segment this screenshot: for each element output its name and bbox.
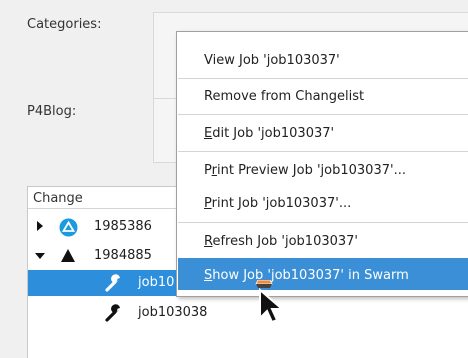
menu-separator <box>178 151 468 152</box>
categories-label: Categories: <box>27 17 102 32</box>
tree-row-label: 1984885 <box>94 248 152 263</box>
menu-edit-job[interactable]: Edit Job 'job103037' <box>178 116 468 148</box>
wrench-icon <box>105 274 120 292</box>
menu-separator <box>178 114 468 115</box>
menu-print-job[interactable]: Print Job 'job103037'... <box>178 186 468 218</box>
tree-row-job103038[interactable]: job103038 <box>28 300 468 326</box>
menu-view-job[interactable]: View Job 'job103037' <box>178 43 468 75</box>
tree-row-label: 1985386 <box>94 219 152 234</box>
p4blog-label: P4Blog: <box>27 104 77 119</box>
collapse-arrow-icon[interactable] <box>35 253 45 259</box>
menu-refresh-job[interactable]: Refresh Job 'job103037' <box>178 224 468 256</box>
job-context-menu: View Job 'job103037' Remove from Changel… <box>176 31 468 297</box>
menu-print-preview-job[interactable]: Print Preview Job 'job103037'... <box>178 153 468 185</box>
pending-changelist-icon <box>59 218 78 237</box>
submitted-changelist-icon <box>61 249 75 262</box>
menu-show-job-in-swarm[interactable]: Show Job 'job103037' in Swarm <box>178 258 468 290</box>
expand-arrow-icon[interactable] <box>37 221 43 231</box>
tree-row-label: job103038 <box>138 305 208 320</box>
tree-row-label: job10 <box>138 275 175 290</box>
menu-remove-from-changelist[interactable]: Remove from Changelist <box>178 79 468 111</box>
menu-separator <box>178 222 468 223</box>
mouse-cursor-icon <box>255 280 285 324</box>
wrench-icon <box>105 304 120 322</box>
